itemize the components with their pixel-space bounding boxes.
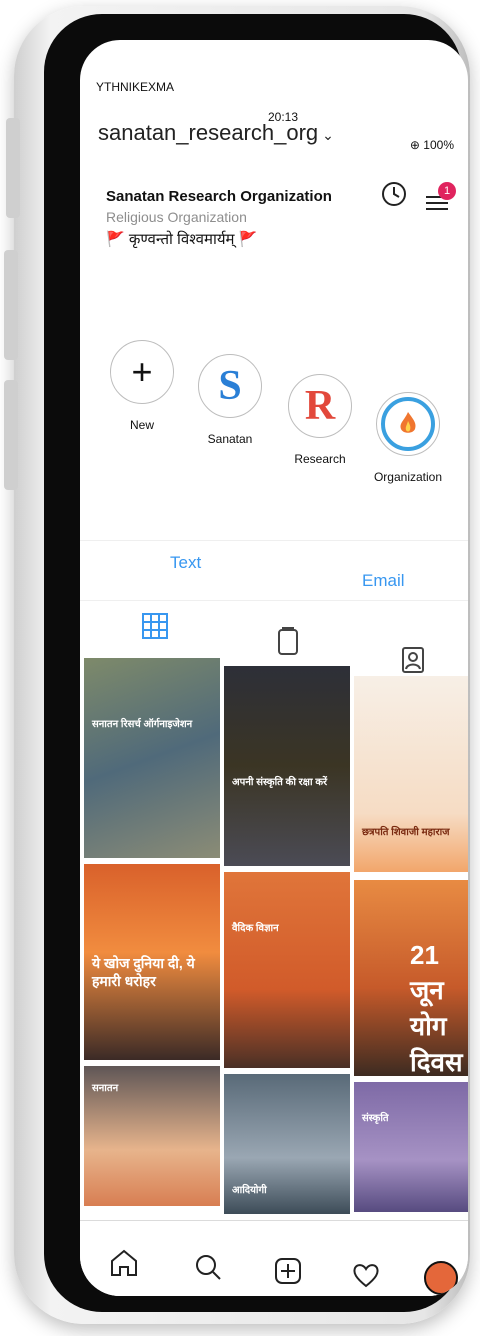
post-thumbnail[interactable]: सनातन xyxy=(84,1066,220,1206)
post-caption: सनातन रिसर्च ऑर्गनाइजेशन xyxy=(92,719,193,730)
post-thumbnail[interactable]: ये खोज दुनिया दी, ये हमारी धरोहर xyxy=(84,864,220,1060)
igtv-icon[interactable] xyxy=(273,627,303,657)
posts-grid: सनातन रिसर्च ऑर्गनाइजेशन अपनी संस्कृति क… xyxy=(84,658,468,1218)
profile-avatar[interactable] xyxy=(424,1261,458,1295)
highlight-research[interactable]: R Research xyxy=(280,374,360,466)
phone-volume-up xyxy=(4,250,18,360)
post-caption: सनातन xyxy=(92,1083,119,1094)
status-bar: YTHNIKEXMA 20:13 ⊕ 100% xyxy=(80,40,468,152)
highlight-circle: + xyxy=(110,340,174,404)
highlight-circle: S xyxy=(198,354,262,418)
flame-icon xyxy=(400,412,416,433)
highlight-organization[interactable]: Organization xyxy=(368,392,448,484)
highlight-label: New xyxy=(129,418,154,432)
chevron-down-icon: ⌄ xyxy=(322,127,334,143)
post-thumbnail[interactable]: 21 जून योग दिवस xyxy=(354,880,468,1076)
profile-motto: 🚩 कृण्वन्तो विश्वमार्यम् 🚩 xyxy=(106,231,258,248)
heart-icon[interactable] xyxy=(350,1259,382,1291)
post-thumbnail[interactable]: अपनी संस्कृति की रक्षा करें xyxy=(224,666,350,866)
post-thumbnail[interactable]: सनातन रिसर्च ऑर्गनाइजेशन xyxy=(84,658,220,858)
post-caption: अपनी संस्कृति की रक्षा करें xyxy=(232,777,328,788)
story-highlights: + New S Sanatan R Research Organization xyxy=(102,340,462,510)
phone-silent-switch xyxy=(6,118,20,218)
profile-name: Sanatan Research Organization xyxy=(106,188,332,205)
post-thumbnail[interactable]: आदियोगी xyxy=(224,1074,350,1214)
highlight-circle xyxy=(376,392,440,456)
plus-icon: + xyxy=(131,351,153,392)
post-caption: वैदिक विज्ञान xyxy=(232,923,279,934)
grid-icon[interactable] xyxy=(140,611,170,641)
username-label: sanatan_research_org xyxy=(98,120,319,145)
profile-category: Religious Organization xyxy=(106,209,247,225)
post-caption: संस्कृति xyxy=(362,1113,389,1124)
carrier-label: YTHNIKEXMA xyxy=(96,80,175,94)
post-caption: 21 जून योग दिवस xyxy=(410,940,463,1076)
highlight-label: Research xyxy=(294,452,346,466)
home-icon[interactable] xyxy=(108,1247,140,1279)
org-logo-icon xyxy=(381,397,435,451)
research-logo-icon: R xyxy=(304,383,336,429)
highlight-circle: R xyxy=(288,374,352,438)
contact-actions: Text Email xyxy=(80,540,468,601)
highlight-label: Organization xyxy=(373,470,443,484)
username-switcher[interactable]: sanatan_research_org ⌄ xyxy=(98,120,334,146)
text-button[interactable]: Text xyxy=(170,553,201,573)
post-thumbnail[interactable]: संस्कृति xyxy=(354,1082,468,1212)
phone-volume-down xyxy=(4,380,18,490)
post-caption: ये खोज दुनिया दी, ये हमारी धरोहर xyxy=(92,955,195,990)
instagram-profile-screen: YTHNIKEXMA 20:13 ⊕ 100% sanatan_research… xyxy=(80,40,468,1296)
post-caption: आदियोगी xyxy=(232,1185,267,1196)
profile-bio: Sanatan Research Organization Religious … xyxy=(106,188,446,249)
post-thumbnail[interactable]: छत्रपति शिवाजी महाराज xyxy=(354,676,468,872)
highlight-sanatan[interactable]: S Sanatan xyxy=(190,354,270,446)
bottom-navigation xyxy=(80,1220,468,1296)
sanatan-logo-icon: S xyxy=(218,363,242,409)
highlight-label: Sanatan xyxy=(207,432,253,446)
email-button[interactable]: Email xyxy=(362,571,405,591)
highlight-new[interactable]: + New xyxy=(102,340,182,432)
post-caption: छत्रपति शिवाजी महाराज xyxy=(362,827,450,838)
post-thumbnail[interactable]: वैदिक विज्ञान xyxy=(224,872,350,1068)
add-post-icon[interactable] xyxy=(272,1255,304,1287)
search-icon[interactable] xyxy=(192,1251,224,1283)
